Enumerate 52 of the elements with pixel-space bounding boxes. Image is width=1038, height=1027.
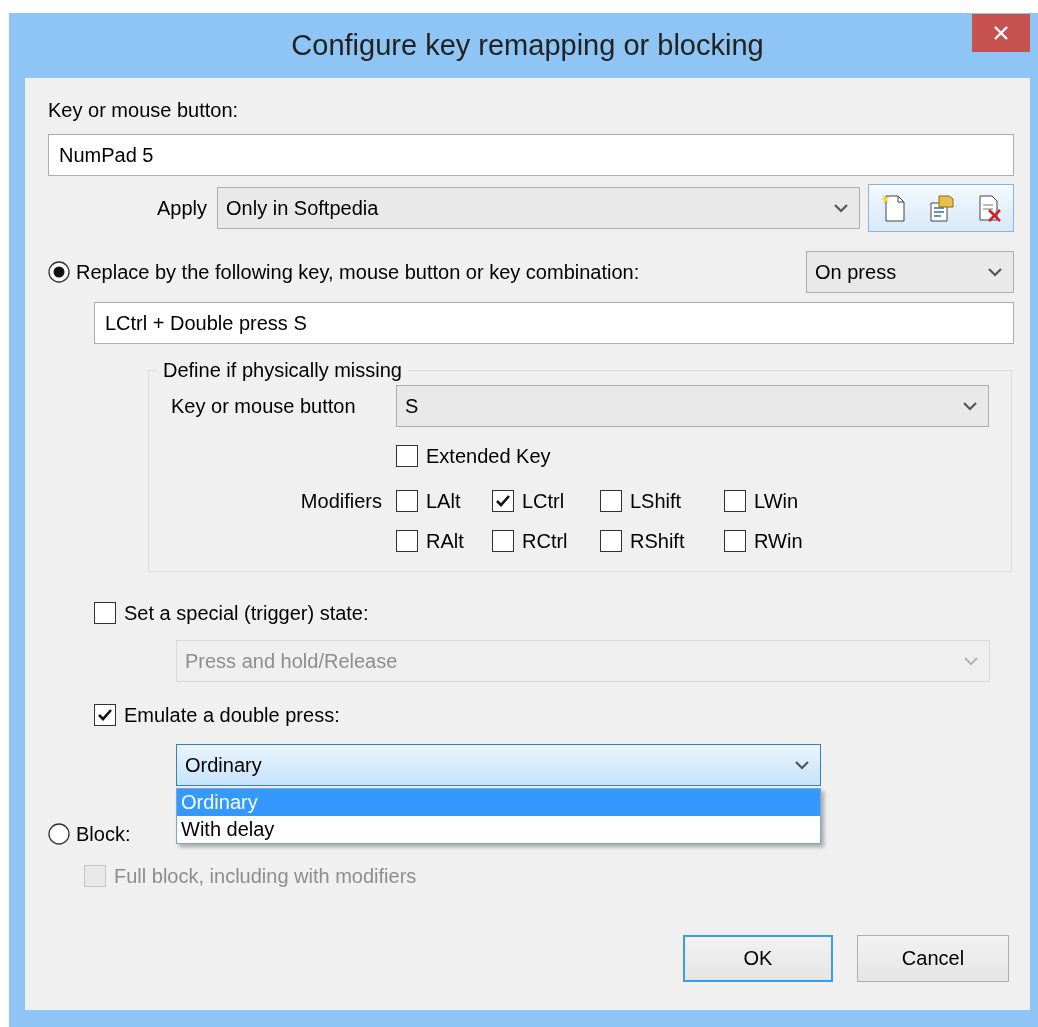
check-icon [97,708,113,722]
checkbox[interactable] [396,530,418,552]
key-input-field[interactable]: NumPad 5 [48,134,1014,176]
radio-button[interactable] [48,823,70,845]
dropdown-option[interactable]: With delay [177,816,820,843]
field-label: Key or mouse button: [48,98,240,123]
apply-dropdown[interactable]: Only in Softpedia [217,187,860,229]
radio-button[interactable] [48,261,70,283]
checkbox[interactable] [600,490,622,512]
trigger-dropdown[interactable]: On press [806,251,1014,293]
chevron-icon [794,760,810,770]
chevron-icon [987,267,1003,277]
checkbox-label: Full block, including with modifiers [114,864,417,889]
radio-label: Block: [76,822,131,847]
checkbox[interactable] [492,490,514,512]
checkbox[interactable] [724,490,746,512]
chevron-icon [833,203,849,213]
dialog-button[interactable]: OK [683,935,833,982]
checkbox-label: LShift [630,489,682,514]
double-press-dropdown[interactable]: Ordinary [176,744,821,786]
radio-label: Replace by the following key, mouse button or key combination: [76,260,640,285]
checkbox-label: LCtrl [522,489,565,514]
close-icon [993,25,1009,41]
checkbox[interactable] [724,530,746,552]
checkbox[interactable] [600,530,622,552]
checkbox[interactable] [396,445,418,467]
field-label: Key or mouse button [171,394,357,419]
checkbox[interactable] [94,704,116,726]
checkbox[interactable] [94,602,116,624]
checkbox-label: LAlt [426,489,461,514]
checkbox-label: RAlt [426,529,464,554]
new-document-icon[interactable] [879,193,907,223]
checkbox[interactable] [396,490,418,512]
window-title: Configure key remapping or blocking [291,29,764,62]
field-label: Modifiers [300,489,382,514]
document-folder-icon[interactable] [927,193,955,223]
close-button[interactable] [972,14,1030,52]
check-icon [495,494,511,508]
checkbox-label: LWin [754,489,799,514]
chevron-icon [963,656,979,666]
apply-label: Apply [157,196,208,221]
checkbox-label: RShift [630,529,685,554]
chevron-icon [962,401,978,411]
checkbox-label: Extended Key [426,444,551,469]
replacement-input-field[interactable]: LCtrl + Double press S [94,302,1014,344]
checkbox-label: Set a special (trigger) state: [124,601,369,626]
checkbox-label: Emulate a double press: [124,703,340,728]
checkbox[interactable] [492,530,514,552]
dialog-button[interactable]: Cancel [857,935,1009,982]
checkbox-label: RWin [754,529,803,554]
checkbox-label: RCtrl [522,529,568,554]
key-dropdown[interactable]: S [396,385,989,427]
